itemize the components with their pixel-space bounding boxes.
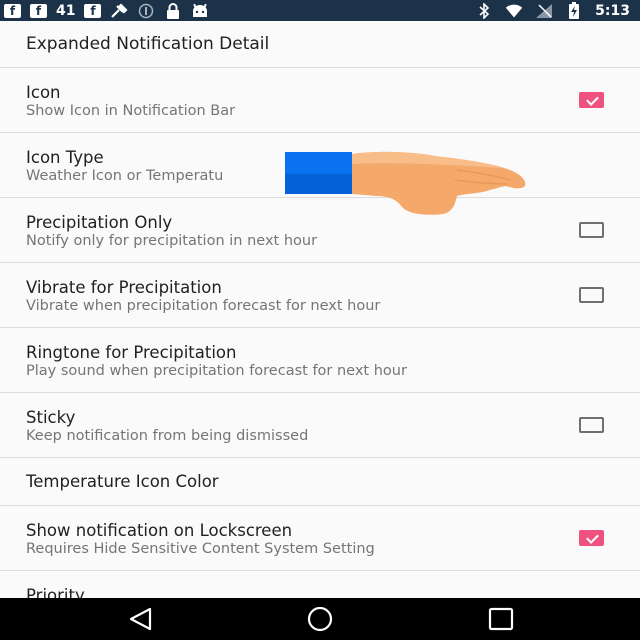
setting-title: Icon bbox=[26, 83, 61, 102]
setting-sticky[interactable]: Sticky Keep notification from being dism… bbox=[0, 393, 640, 458]
sticky-checkbox[interactable] bbox=[579, 417, 604, 433]
no-signal-icon bbox=[535, 3, 553, 19]
setting-summary: Weather Icon or Temperatu bbox=[26, 168, 224, 184]
setting-title: Sticky bbox=[26, 408, 76, 427]
facebook-icon: f bbox=[84, 3, 102, 18]
notification-icons: f f 41 f bbox=[0, 0, 209, 21]
setting-title: Temperature Icon Color bbox=[26, 472, 219, 491]
section-header: Expanded Notification Detail bbox=[0, 21, 640, 68]
setting-vibrate-for-precipitation[interactable]: Vibrate for Precipitation Vibrate when p… bbox=[0, 263, 640, 328]
setting-summary: Keep notification from being dismissed bbox=[26, 428, 309, 444]
setting-title: Vibrate for Precipitation bbox=[26, 278, 222, 297]
system-icons: 5:13 bbox=[475, 0, 640, 21]
recents-icon[interactable] bbox=[486, 606, 516, 632]
vibrate-checkbox[interactable] bbox=[579, 287, 604, 303]
setting-ringtone-for-precipitation[interactable]: Ringtone for Precipitation Play sound wh… bbox=[0, 328, 640, 393]
setting-title: Precipitation Only bbox=[26, 213, 173, 232]
android-icon bbox=[191, 3, 209, 19]
clock: 5:13 bbox=[595, 2, 630, 19]
setting-title: Show notification on Lockscreen bbox=[26, 521, 293, 540]
home-icon[interactable] bbox=[305, 606, 335, 632]
facebook-icon: f bbox=[30, 3, 47, 18]
disabled-icon bbox=[137, 3, 155, 19]
bluetooth-icon bbox=[475, 2, 493, 19]
pointing-hand-icon bbox=[285, 151, 526, 215]
wifi-icon bbox=[505, 3, 523, 19]
setting-show-on-lockscreen[interactable]: Show notification on Lockscreen Requires… bbox=[0, 506, 640, 571]
notification-count: 41 bbox=[56, 2, 76, 19]
lock-icon bbox=[164, 2, 182, 19]
status-bar: f f 41 f 5:13 bbox=[0, 0, 640, 21]
back-icon[interactable] bbox=[126, 606, 156, 632]
setting-title: Priority bbox=[26, 586, 85, 598]
setting-title: Icon Type bbox=[26, 148, 104, 167]
navigation-bar bbox=[0, 598, 640, 640]
setting-summary: Show Icon in Notification Bar bbox=[26, 103, 236, 119]
tool-icon bbox=[110, 2, 129, 19]
setting-summary: Notify only for precipitation in next ho… bbox=[26, 233, 318, 249]
setting-summary: Play sound when precipitation forecast f… bbox=[26, 363, 407, 379]
lockscreen-checkbox[interactable] bbox=[579, 530, 604, 546]
precipitation-only-checkbox[interactable] bbox=[579, 222, 604, 238]
setting-title: Ringtone for Precipitation bbox=[26, 343, 237, 362]
setting-temperature-icon-color[interactable]: Temperature Icon Color bbox=[0, 458, 640, 506]
settings-list: Expanded Notification Detail Icon Show I… bbox=[0, 21, 640, 598]
setting-summary: Requires Hide Sensitive Content System S… bbox=[26, 541, 375, 557]
setting-summary: Vibrate when precipitation forecast for … bbox=[26, 298, 381, 314]
facebook-icon: f bbox=[4, 3, 21, 18]
setting-icon[interactable]: Icon Show Icon in Notification Bar bbox=[0, 68, 640, 133]
icon-checkbox[interactable] bbox=[579, 92, 604, 108]
setting-priority[interactable]: Priority bbox=[0, 571, 640, 598]
battery-charging-icon bbox=[565, 2, 583, 19]
